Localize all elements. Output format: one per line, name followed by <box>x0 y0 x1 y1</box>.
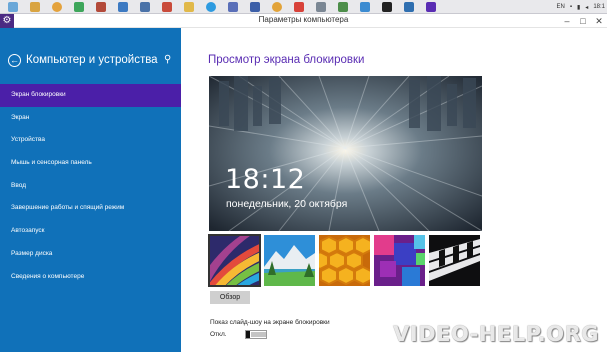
thumbnail-windows-stripes[interactable] <box>208 234 261 287</box>
browser-icon[interactable] <box>30 1 40 12</box>
sidebar-item-pc-info[interactable]: Сведения о компьютере <box>0 266 181 289</box>
background-thumbnails <box>208 234 485 287</box>
folder-icon[interactable] <box>184 1 194 12</box>
doc-icon[interactable] <box>250 1 260 12</box>
back-arrow-icon[interactable]: ← <box>8 53 21 67</box>
tray-volume-icon[interactable]: ◂ <box>585 4 588 11</box>
cmd-icon[interactable] <box>382 1 392 12</box>
thumbnail-piano-keys[interactable] <box>429 235 480 286</box>
sidebar-item-display[interactable]: Экран <box>0 107 181 130</box>
sidebar-header: ← Компьютер и устройства <box>8 52 178 68</box>
mail-icon[interactable] <box>74 1 84 12</box>
toggle-track <box>251 332 266 337</box>
page-title: Просмотр экрана блокировки <box>208 54 365 66</box>
thumbnail-purple-cubes[interactable] <box>374 235 425 286</box>
minimize-button[interactable]: – <box>559 14 575 28</box>
tray-flag-icon: ▪ <box>569 4 572 10</box>
sign-icon[interactable] <box>338 1 348 12</box>
gear-icon[interactable] <box>316 1 326 12</box>
sidebar-item-power-sleep[interactable]: Завершение работы и спящий режим <box>0 197 181 220</box>
taskbar-icons <box>0 0 442 14</box>
tray-network-icon[interactable]: ▮ <box>577 4 580 11</box>
thumbnail-honeycomb[interactable] <box>319 235 370 286</box>
skype-icon[interactable] <box>206 1 216 12</box>
slideshow-toggle[interactable] <box>245 330 267 339</box>
yandex-icon[interactable] <box>294 1 304 12</box>
tray-language[interactable]: EN <box>557 4 565 10</box>
sidebar-title: Компьютер и устройства <box>26 54 158 66</box>
photo-icon[interactable] <box>228 1 238 12</box>
preview-date: понедельник, 20 октября <box>226 198 348 210</box>
window-title: Параметры компьютера <box>258 15 349 24</box>
sidebar-item-typing[interactable]: Ввод <box>0 175 181 198</box>
ie-icon[interactable] <box>360 1 370 12</box>
toggle-knob <box>246 331 250 338</box>
taskbar: EN ▪ ▮ ◂ 18:1 <box>0 0 607 14</box>
window-controls: – □ ✕ <box>559 14 607 28</box>
system-tray: EN ▪ ▮ ◂ 18:1 <box>552 0 606 14</box>
browse-button[interactable]: Обзор <box>210 291 250 304</box>
maximize-button[interactable]: □ <box>575 14 591 28</box>
main-content: Просмотр экрана блокировки 18:12 понедел… <box>181 28 607 352</box>
slideshow-state: Откл. <box>210 331 227 338</box>
sidebar-list: Экран блокировки Экран Устройства Мышь и… <box>0 84 181 288</box>
sidebar-item-autoplay[interactable]: Автозапуск <box>0 220 181 243</box>
settings-icon[interactable] <box>426 1 436 12</box>
globe-icon[interactable] <box>8 1 18 12</box>
tv-icon[interactable] <box>404 1 414 12</box>
watermark: VIDEO-HELP.ORG <box>393 322 599 346</box>
sidebar-item-devices[interactable]: Устройства <box>0 129 181 152</box>
slideshow-label: Показ слайд-шоу на экране блокировки <box>210 319 330 326</box>
close-button[interactable]: ✕ <box>591 14 607 28</box>
app-icon[interactable] <box>96 1 106 12</box>
search-icon[interactable]: ⚲ <box>164 54 175 65</box>
tray-clock[interactable]: 18:1 <box>593 4 605 10</box>
lock-screen-preview: 18:12 понедельник, 20 октября <box>209 76 482 231</box>
shield-icon[interactable] <box>118 1 128 12</box>
vk-icon[interactable] <box>140 1 150 12</box>
search-icon[interactable] <box>272 1 282 12</box>
chrome-icon[interactable] <box>52 1 62 12</box>
sidebar: ← Компьютер и устройства ⚲ Экран блокиро… <box>0 28 181 352</box>
media-icon[interactable] <box>162 1 172 12</box>
sidebar-item-lock-screen[interactable]: Экран блокировки <box>0 84 181 107</box>
sidebar-item-disk-space[interactable]: Размер диска <box>0 243 181 266</box>
preview-clock: 18:12 <box>225 164 306 195</box>
title-bar: ⚙ Параметры компьютера – □ ✕ <box>0 14 607 28</box>
thumbnail-mountain-lake[interactable] <box>264 235 315 286</box>
sidebar-item-mouse-touchpad[interactable]: Мышь и сенсорная панель <box>0 152 181 175</box>
